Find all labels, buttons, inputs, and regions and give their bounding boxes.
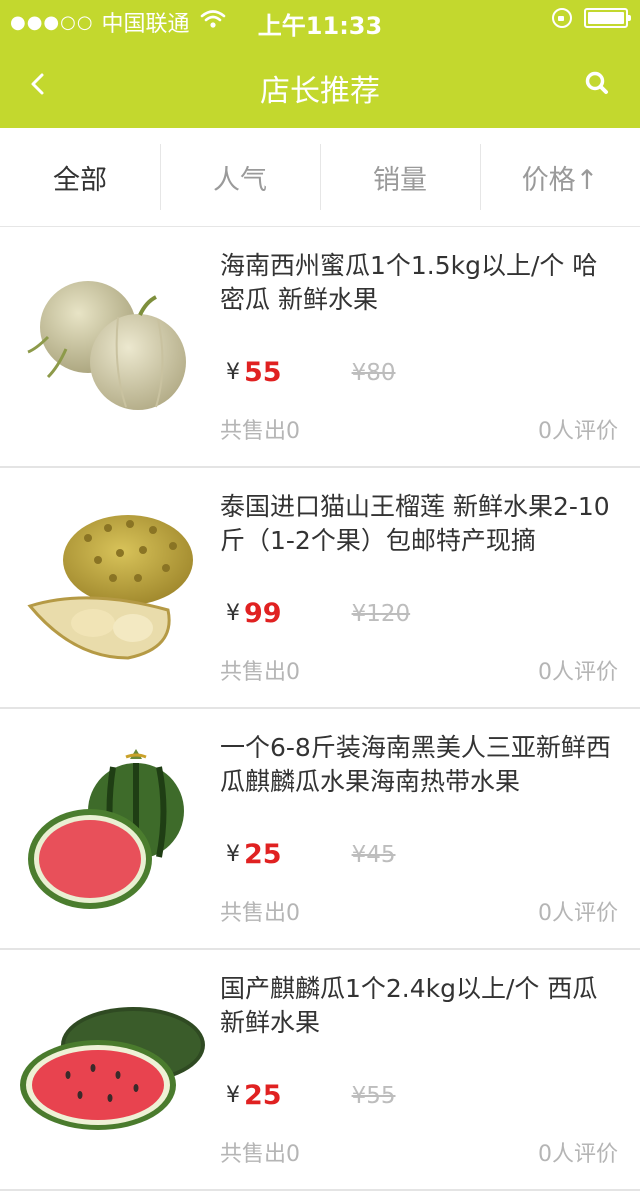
tab-sales[interactable]: 销量 bbox=[320, 128, 480, 226]
product-image-watermelon-round[interactable] bbox=[18, 739, 208, 914]
tab-all[interactable]: 全部 bbox=[0, 128, 160, 226]
original-price: ¥45 bbox=[351, 841, 396, 868]
product-item[interactable]: 泰国进口猫山王榴莲 新鲜水果2-10斤（1-2个果）包邮特产现摘 ¥ 99 ¥1… bbox=[0, 468, 640, 709]
battery-icon bbox=[584, 8, 631, 28]
currency-symbol: ¥ bbox=[226, 1083, 240, 1108]
current-price: 25 bbox=[244, 839, 282, 870]
current-price: 25 bbox=[244, 1080, 282, 1111]
product-name[interactable]: 一个6-8斤装海南黑美人三亚新鲜西瓜麒麟瓜水果海南热带水果 bbox=[220, 731, 620, 799]
currency-symbol: ¥ bbox=[226, 842, 240, 867]
sold-count: 共售出0 bbox=[220, 660, 300, 685]
status-right bbox=[552, 8, 631, 28]
price-row: ¥ 99 ¥120 bbox=[226, 598, 410, 629]
current-price: 55 bbox=[244, 357, 282, 388]
navigation-bar: 店长推荐 bbox=[0, 40, 640, 128]
original-price: ¥55 bbox=[351, 1082, 396, 1109]
product-name[interactable]: 国产麒麟瓜1个2.4kg以上/个 西瓜新鲜水果 bbox=[220, 972, 620, 1040]
product-list: 海南西州蜜瓜1个1.5kg以上/个 哈密瓜 新鲜水果 ¥ 55 ¥80 共售出0… bbox=[0, 227, 640, 1191]
status-time: 上午11:33 bbox=[257, 12, 383, 40]
review-count: 0人评价 bbox=[538, 1142, 618, 1167]
product-name[interactable]: 海南西州蜜瓜1个1.5kg以上/个 哈密瓜 新鲜水果 bbox=[220, 249, 620, 317]
price-row: ¥ 55 ¥80 bbox=[226, 357, 395, 388]
review-count: 0人评价 bbox=[538, 660, 618, 685]
price-row: ¥ 25 ¥55 bbox=[226, 1080, 395, 1111]
current-price: 99 bbox=[244, 598, 282, 629]
page-title: 店长推荐 bbox=[260, 74, 380, 109]
app-header: ●●●○○ 中国联通 上午11:33 店长推荐 bbox=[0, 0, 640, 128]
status-bar: ●●●○○ 中国联通 上午11:33 bbox=[0, 0, 640, 40]
search-icon bbox=[585, 71, 608, 94]
original-price: ¥120 bbox=[351, 600, 411, 627]
price-row: ¥ 25 ¥45 bbox=[226, 839, 395, 870]
search-button[interactable] bbox=[580, 66, 616, 102]
tab-price[interactable]: 价格↑ bbox=[480, 128, 640, 226]
sold-count: 共售出0 bbox=[220, 901, 300, 926]
review-count: 0人评价 bbox=[538, 419, 618, 444]
sort-tabs: 全部 人气 销量 价格↑ bbox=[0, 128, 640, 227]
product-image-watermelon-oval[interactable] bbox=[18, 980, 208, 1155]
review-count: 0人评价 bbox=[538, 901, 618, 926]
sold-count: 共售出0 bbox=[220, 419, 300, 444]
original-price: ¥80 bbox=[351, 359, 396, 386]
product-image-cantaloupe[interactable] bbox=[18, 257, 208, 432]
rotation-lock-icon bbox=[552, 8, 572, 28]
product-item[interactable]: 一个6-8斤装海南黑美人三亚新鲜西瓜麒麟瓜水果海南热带水果 ¥ 25 ¥45 共… bbox=[0, 709, 640, 950]
product-name[interactable]: 泰国进口猫山王榴莲 新鲜水果2-10斤（1-2个果）包邮特产现摘 bbox=[220, 490, 620, 558]
currency-symbol: ¥ bbox=[226, 601, 240, 626]
product-item[interactable]: 海南西州蜜瓜1个1.5kg以上/个 哈密瓜 新鲜水果 ¥ 55 ¥80 共售出0… bbox=[0, 227, 640, 468]
product-image-durian[interactable] bbox=[18, 498, 208, 673]
tab-popularity[interactable]: 人气 bbox=[160, 128, 320, 226]
product-item[interactable]: 国产麒麟瓜1个2.4kg以上/个 西瓜新鲜水果 ¥ 25 ¥55 共售出0 0人… bbox=[0, 950, 640, 1191]
sold-count: 共售出0 bbox=[220, 1142, 300, 1167]
currency-symbol: ¥ bbox=[226, 360, 240, 385]
